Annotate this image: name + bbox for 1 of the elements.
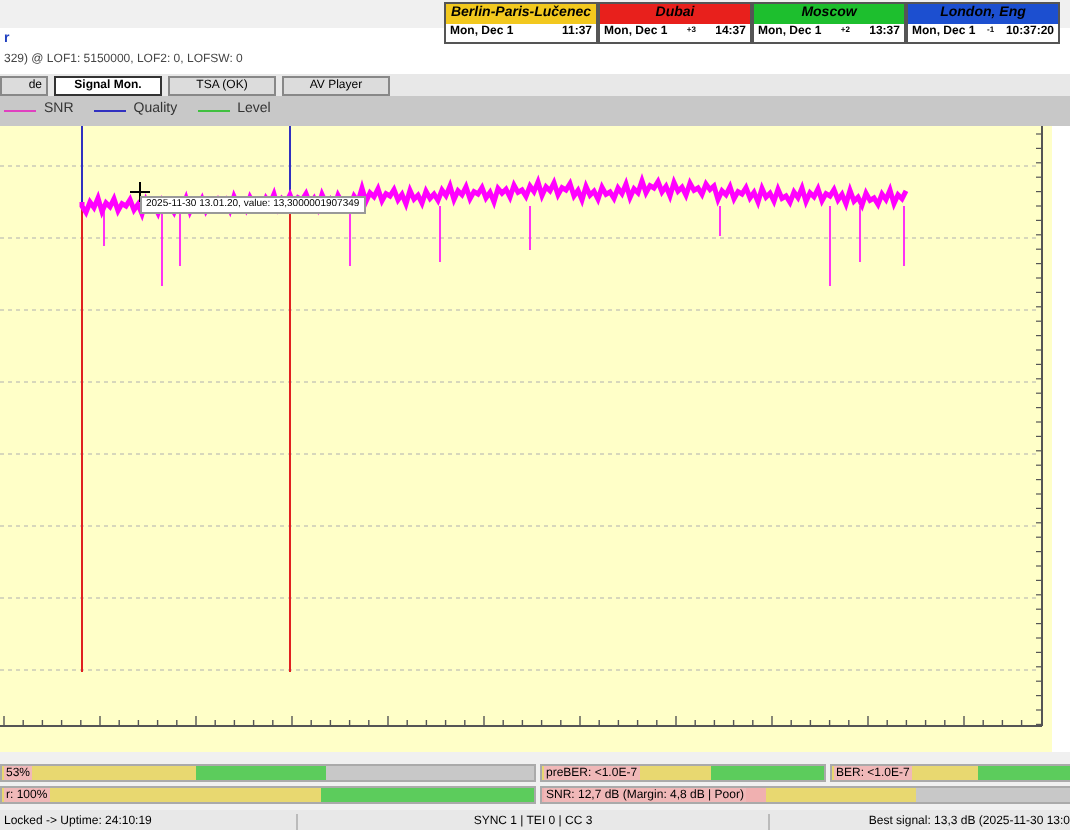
crosshair-icon <box>129 181 151 203</box>
